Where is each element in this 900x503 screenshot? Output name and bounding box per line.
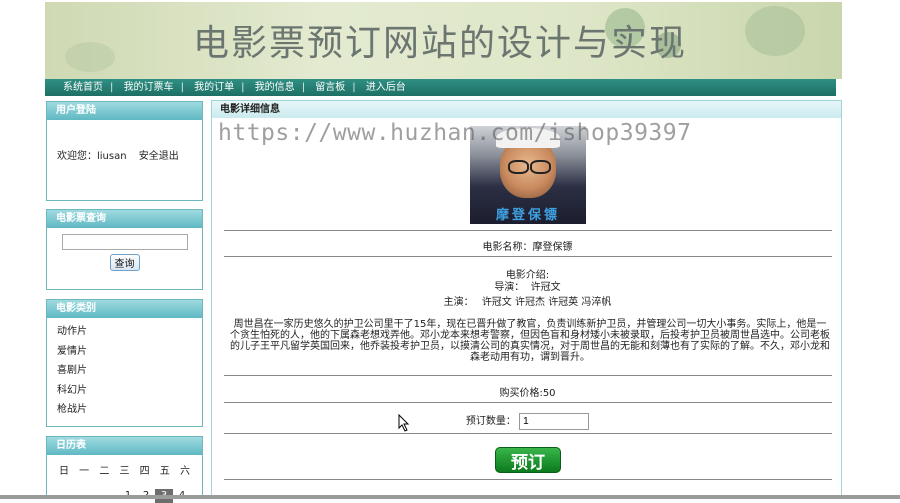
mouse-pointer-icon xyxy=(398,414,410,432)
banner-title: 电影票预订网站的设计与实现 xyxy=(193,23,688,64)
divider xyxy=(224,433,832,434)
calendar-panel-title: 日历表 xyxy=(47,437,202,455)
nav-my-orders[interactable]: 我的订单 xyxy=(194,82,234,93)
category-panel-title: 电影类别 xyxy=(47,300,202,318)
nav-separator: | xyxy=(180,82,184,93)
category-item-romance[interactable]: 爱情片 xyxy=(57,342,202,362)
actor-name: 许冠杰 xyxy=(515,297,545,308)
weekday: 一 xyxy=(79,466,90,477)
search-panel-title: 电影票查询 xyxy=(47,210,202,228)
calendar-dates: 1 2 3 4 xyxy=(47,477,202,503)
search-input[interactable] xyxy=(61,234,188,250)
actors-line: 主演： 许冠文 许冠杰 许冠英 冯淬帆 xyxy=(212,293,843,308)
weekday: 六 xyxy=(179,466,190,477)
divider xyxy=(224,479,832,480)
poster-title: 摩登保镖 xyxy=(495,208,560,223)
nav-separator: | xyxy=(110,82,114,93)
order-button[interactable]: 预订 xyxy=(495,447,561,473)
category-panel: 电影类别 动作片 爱情片 喜剧片 科幻片 枪战片 xyxy=(46,299,203,427)
quantity-input[interactable] xyxy=(519,412,590,430)
movie-detail-title: 电影详细信息 xyxy=(212,101,841,118)
calendar-weekdays: 日 一 二 三 四 五 六 xyxy=(47,455,202,477)
login-panel-title: 用户登陆 xyxy=(47,102,202,120)
nav-separator: | xyxy=(352,82,356,93)
movie-synopsis: 周世昌在一家历史悠久的护卫公司里干了15年，现在已晋升做了教官，负责训练新护卫员… xyxy=(230,319,830,363)
actor-name: 许冠文 xyxy=(481,297,512,308)
divider xyxy=(224,256,832,257)
nav-admin[interactable]: 进入后台 xyxy=(366,82,406,93)
window-bottom-edge xyxy=(0,495,900,499)
weekday: 五 xyxy=(159,466,170,477)
nav-separator: | xyxy=(301,82,306,93)
search-button[interactable]: 查询 xyxy=(109,254,140,271)
price-line: 购买价格:50 xyxy=(499,388,556,399)
login-panel: 用户登陆 欢迎您：liusan 安全退出 xyxy=(46,101,203,201)
nav-my-info[interactable]: 我的信息 xyxy=(255,82,295,93)
nav-ticket-cart[interactable]: 我的订票车 xyxy=(124,82,174,93)
category-item-action[interactable]: 动作片 xyxy=(57,322,202,342)
ticket-search-panel: 电影票查询 查询 xyxy=(46,209,203,290)
nav-home[interactable]: 系统首页 xyxy=(63,82,103,93)
quantity-row: 预订数量： xyxy=(212,412,843,430)
category-item-gunfight[interactable]: 枪战片 xyxy=(57,400,202,420)
divider xyxy=(224,375,832,376)
divider xyxy=(224,402,832,403)
divider xyxy=(224,230,832,231)
nav-separator: | xyxy=(241,82,245,93)
poster-glasses xyxy=(530,160,551,174)
welcome-text: 欢迎您：liusan xyxy=(57,151,127,162)
nav-message-board[interactable]: 留言板 xyxy=(315,82,345,93)
actor-name: 许冠英 xyxy=(548,297,579,308)
top-nav: 系统首页 | 我的订票车 | 我的订单 | 我的信息 | 留言板 | 进入后台 xyxy=(45,79,836,96)
actors-label: 主演： xyxy=(443,297,474,308)
quantity-label: 预订数量： xyxy=(465,416,516,427)
movie-detail-panel: 电影详细信息 摩登保镖 电影名称：摩登保镖 电影介绍: 导演： 许冠文 主演： … xyxy=(211,100,842,499)
logout-link[interactable]: 安全退出 xyxy=(139,151,179,162)
watermark-text: https://www.huzhan.com/ishop39397 xyxy=(218,120,692,146)
calendar-panel: 日历表 日 一 二 三 四 五 六 1 2 3 4 xyxy=(46,436,203,503)
actor-name: 冯淬帆 xyxy=(581,297,612,308)
weekday: 三 xyxy=(119,466,130,477)
category-item-scifi[interactable]: 科幻片 xyxy=(57,381,202,401)
poster-glasses xyxy=(508,160,529,174)
weekday: 四 xyxy=(139,466,150,477)
category-item-comedy[interactable]: 喜剧片 xyxy=(57,361,202,381)
director-line: 导演： 许冠文 xyxy=(494,282,561,293)
weekday: 二 xyxy=(99,466,110,477)
weekday: 日 xyxy=(59,466,69,477)
movie-name: 电影名称：摩登保镖 xyxy=(482,242,573,253)
site-banner: 电影票预订网站的设计与实现 xyxy=(45,2,842,79)
